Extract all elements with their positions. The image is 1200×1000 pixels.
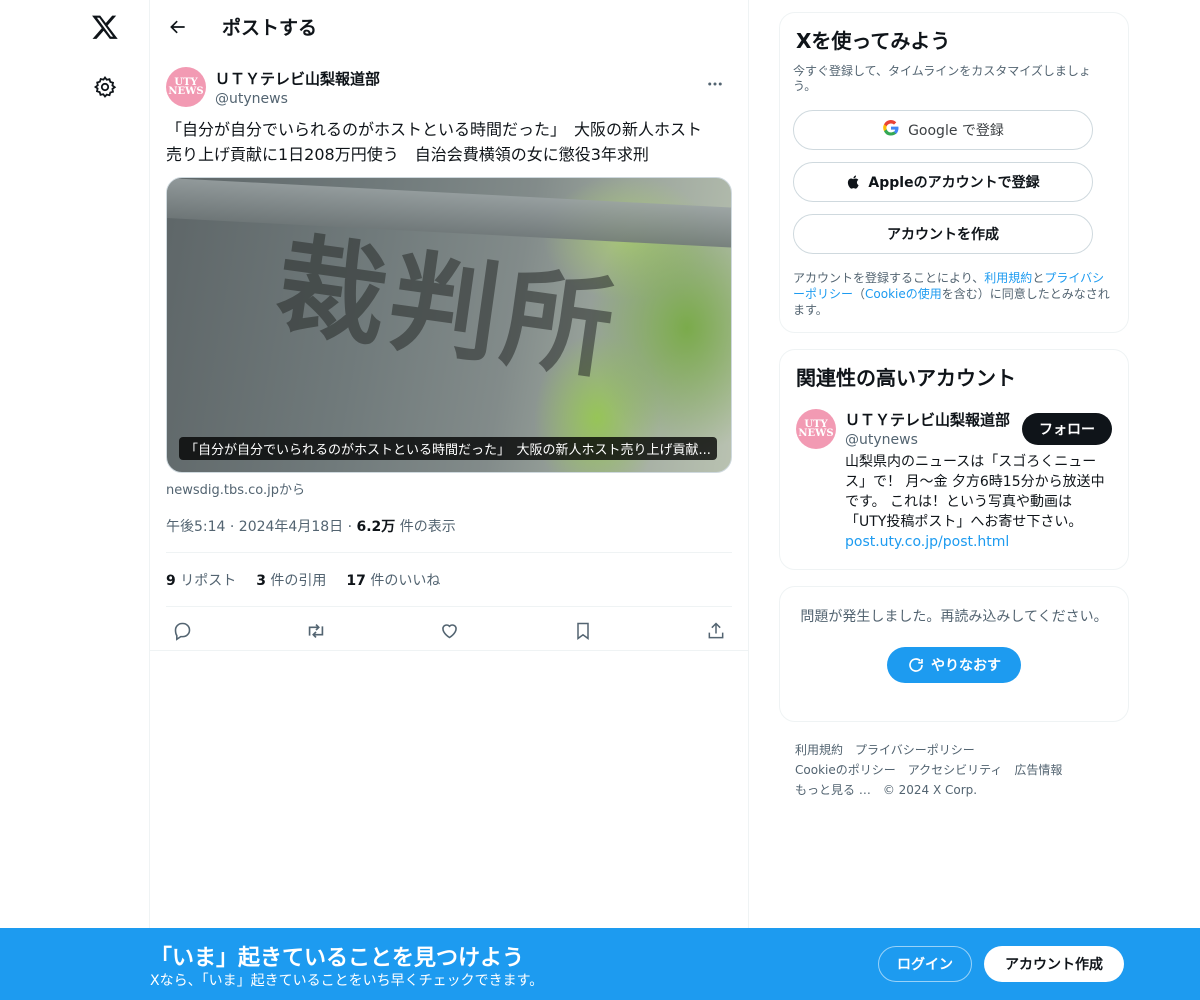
bookmark-icon[interactable] bbox=[571, 619, 595, 643]
avatar-text-2: NEWS bbox=[168, 86, 204, 97]
post-media-card[interactable]: 裁判所 「自分が自分でいられるのがホストといる時間だった」 大阪の新人ホスト売り… bbox=[166, 177, 732, 473]
reposts-label: リポスト bbox=[180, 572, 237, 589]
quotes-count: 3 bbox=[256, 572, 266, 589]
repost-icon[interactable] bbox=[304, 619, 328, 643]
media-caption: 「自分が自分でいられるのがホストといる時間だった」 大阪の新人ホスト売り上げ貢献… bbox=[179, 437, 717, 460]
like-icon[interactable] bbox=[437, 619, 461, 643]
avatar[interactable]: UTY NEWS bbox=[166, 67, 206, 107]
refresh-icon bbox=[907, 656, 925, 674]
reposts-stat[interactable]: 9 リポスト bbox=[166, 570, 236, 590]
apple-icon bbox=[846, 173, 862, 191]
footer-link[interactable]: 広告情報 bbox=[1014, 763, 1062, 777]
banner-subtitle: Xなら、「いま」起きていることをいち早くチェックできます。 bbox=[150, 973, 544, 989]
left-nav bbox=[0, 0, 150, 1000]
terms-part: アカウントを登録することにより、 bbox=[793, 271, 985, 285]
post: UTY NEWS ＵＴＹテレビ山梨報道部 @utynews 「自分が自分でいられ… bbox=[150, 57, 748, 654]
signup-button[interactable]: アカウント作成 bbox=[984, 946, 1124, 982]
banner-title: 「いま」起きていることを見つけよう bbox=[150, 946, 525, 971]
account-bio-link[interactable]: post.uty.co.jp/post.html bbox=[845, 534, 1009, 550]
create-account-button[interactable]: アカウントを作成 bbox=[793, 214, 1093, 254]
post-author: UTY NEWS ＵＴＹテレビ山梨報道部 @utynews bbox=[166, 57, 732, 117]
terms-text: アカウントを登録することにより、利用規約とプライバシーポリシー（Cookieの使… bbox=[793, 270, 1112, 318]
page-title: ポストする bbox=[222, 17, 318, 39]
timestamp[interactable]: 午後5:14 · 2024年4月18日 · bbox=[166, 519, 357, 535]
likes-stat[interactable]: 17 件のいいね bbox=[346, 570, 440, 590]
login-button[interactable]: ログイン bbox=[878, 946, 972, 982]
post-actions bbox=[166, 607, 732, 654]
google-signup-button[interactable]: Google で登録 bbox=[793, 110, 1093, 150]
author-handle[interactable]: @utynews bbox=[215, 91, 380, 107]
post-text-line: 売り上げ貢献に1日208万円使う 自治会費横領の女に懲役3年求刑 bbox=[166, 145, 649, 164]
top-bar: ポストする bbox=[150, 0, 748, 53]
related-title: 関連性の高いアカウント bbox=[796, 366, 1016, 390]
post-text: 「自分が自分でいられるのがホストといる時間だった」 大阪の新人ホスト 売り上げ貢… bbox=[166, 117, 732, 167]
divider bbox=[150, 650, 749, 651]
likes-count: 17 bbox=[346, 572, 366, 589]
x-logo-icon[interactable] bbox=[86, 8, 124, 46]
footer-link[interactable]: もっと見る … bbox=[795, 783, 871, 797]
login-banner: 「いま」起きていることを見つけよう Xなら、「いま」起きていることをいち早くチェ… bbox=[0, 928, 1200, 1000]
terms-link[interactable]: 利用規約 bbox=[984, 271, 1032, 285]
account-bio: 山梨県内のニュースは「スゴろくニュース」で！ 月〜金 夕方6時15分から放送中で… bbox=[845, 452, 1112, 552]
account-bio-text: 山梨県内のニュースは「スゴろくニュース」で！ 月〜金 夕方6時15分から放送中で… bbox=[845, 454, 1105, 530]
post-timestamp: 午後5:14 · 2024年4月18日 · 6.2万 件の表示 bbox=[166, 516, 732, 553]
footer-link[interactable]: アクセシビリティ bbox=[908, 763, 1003, 777]
views-count: 6.2万 bbox=[356, 519, 396, 535]
retry-label: やりなおす bbox=[931, 658, 1001, 674]
more-icon[interactable] bbox=[698, 67, 732, 101]
copyright: © 2024 X Corp. bbox=[882, 783, 978, 797]
link-source[interactable]: newsdig.tbs.co.jpから bbox=[166, 479, 732, 498]
avatar[interactable]: UTY NEWS bbox=[796, 409, 836, 449]
cookie-link[interactable]: Cookieの使用 bbox=[865, 287, 942, 301]
author-meta: ＵＴＹテレビ山梨報道部 @utynews bbox=[215, 68, 380, 107]
main-column: ポストする UTY NEWS ＵＴＹテレビ山梨報道部 @utynews 「自分が… bbox=[149, 0, 749, 1000]
google-icon bbox=[882, 119, 900, 141]
footer-link[interactable]: プライバシーポリシー bbox=[855, 743, 975, 757]
reposts-count: 9 bbox=[166, 572, 176, 589]
signup-card: Xを使ってみよう 今すぐ登録して、タイムラインをカスタマイズしましょう。 Goo… bbox=[779, 12, 1129, 333]
related-accounts-card: 関連性の高いアカウント UTY NEWS ＵＴＹテレビ山梨報道部 @utynew… bbox=[779, 349, 1129, 570]
quotes-label: 件の引用 bbox=[270, 572, 327, 589]
error-card: 問題が発生しました。再読み込みしてください。 やりなおす bbox=[779, 586, 1129, 722]
footer-links: 利用規約 プライバシーポリシー Cookieのポリシー アクセシビリティ 広告情報 も… bbox=[779, 740, 1099, 800]
share-icon[interactable] bbox=[704, 619, 728, 643]
follow-button[interactable]: フォロー bbox=[1022, 413, 1112, 445]
reply-icon[interactable] bbox=[170, 619, 194, 643]
gear-icon[interactable] bbox=[88, 70, 122, 104]
apple-signup-label: Appleのアカウントで登録 bbox=[868, 175, 1040, 191]
post-text-line: 「自分が自分でいられるのがホストといる時間だった」 大阪の新人ホスト bbox=[166, 120, 703, 139]
right-sidebar: Xを使ってみよう 今すぐ登録して、タイムラインをカスタマイズしましょう。 Goo… bbox=[779, 12, 1129, 800]
author-name[interactable]: ＵＴＹテレビ山梨報道部 bbox=[215, 68, 380, 89]
account-item[interactable]: UTY NEWS ＵＴＹテレビ山梨報道部 @utynews 山梨県内のニュースは… bbox=[796, 409, 1112, 552]
post-stats: 9 リポスト 3 件の引用 17 件のいいね bbox=[166, 553, 732, 607]
signup-subtitle: 今すぐ登録して、タイムラインをカスタマイズしましょう。 bbox=[793, 64, 1091, 93]
google-signup-label: Google で登録 bbox=[908, 123, 1004, 139]
arrow-left-icon[interactable] bbox=[150, 0, 206, 53]
views-label: 件の表示 bbox=[395, 519, 456, 535]
retry-button[interactable]: やりなおす bbox=[887, 647, 1021, 683]
signup-title: Xを使ってみよう bbox=[796, 29, 951, 53]
terms-part: （ bbox=[853, 287, 866, 301]
avatar-text-2: NEWS bbox=[798, 428, 834, 439]
footer-link[interactable]: Cookieのポリシー bbox=[795, 763, 896, 777]
quotes-stat[interactable]: 3 件の引用 bbox=[256, 570, 326, 590]
footer-link[interactable]: 利用規約 bbox=[795, 743, 843, 757]
likes-label: 件のいいね bbox=[370, 572, 441, 589]
error-message: 問題が発生しました。再読み込みしてください。 bbox=[800, 609, 1108, 625]
terms-part: と bbox=[1032, 271, 1045, 285]
apple-signup-button[interactable]: Appleのアカウントで登録 bbox=[793, 162, 1093, 202]
